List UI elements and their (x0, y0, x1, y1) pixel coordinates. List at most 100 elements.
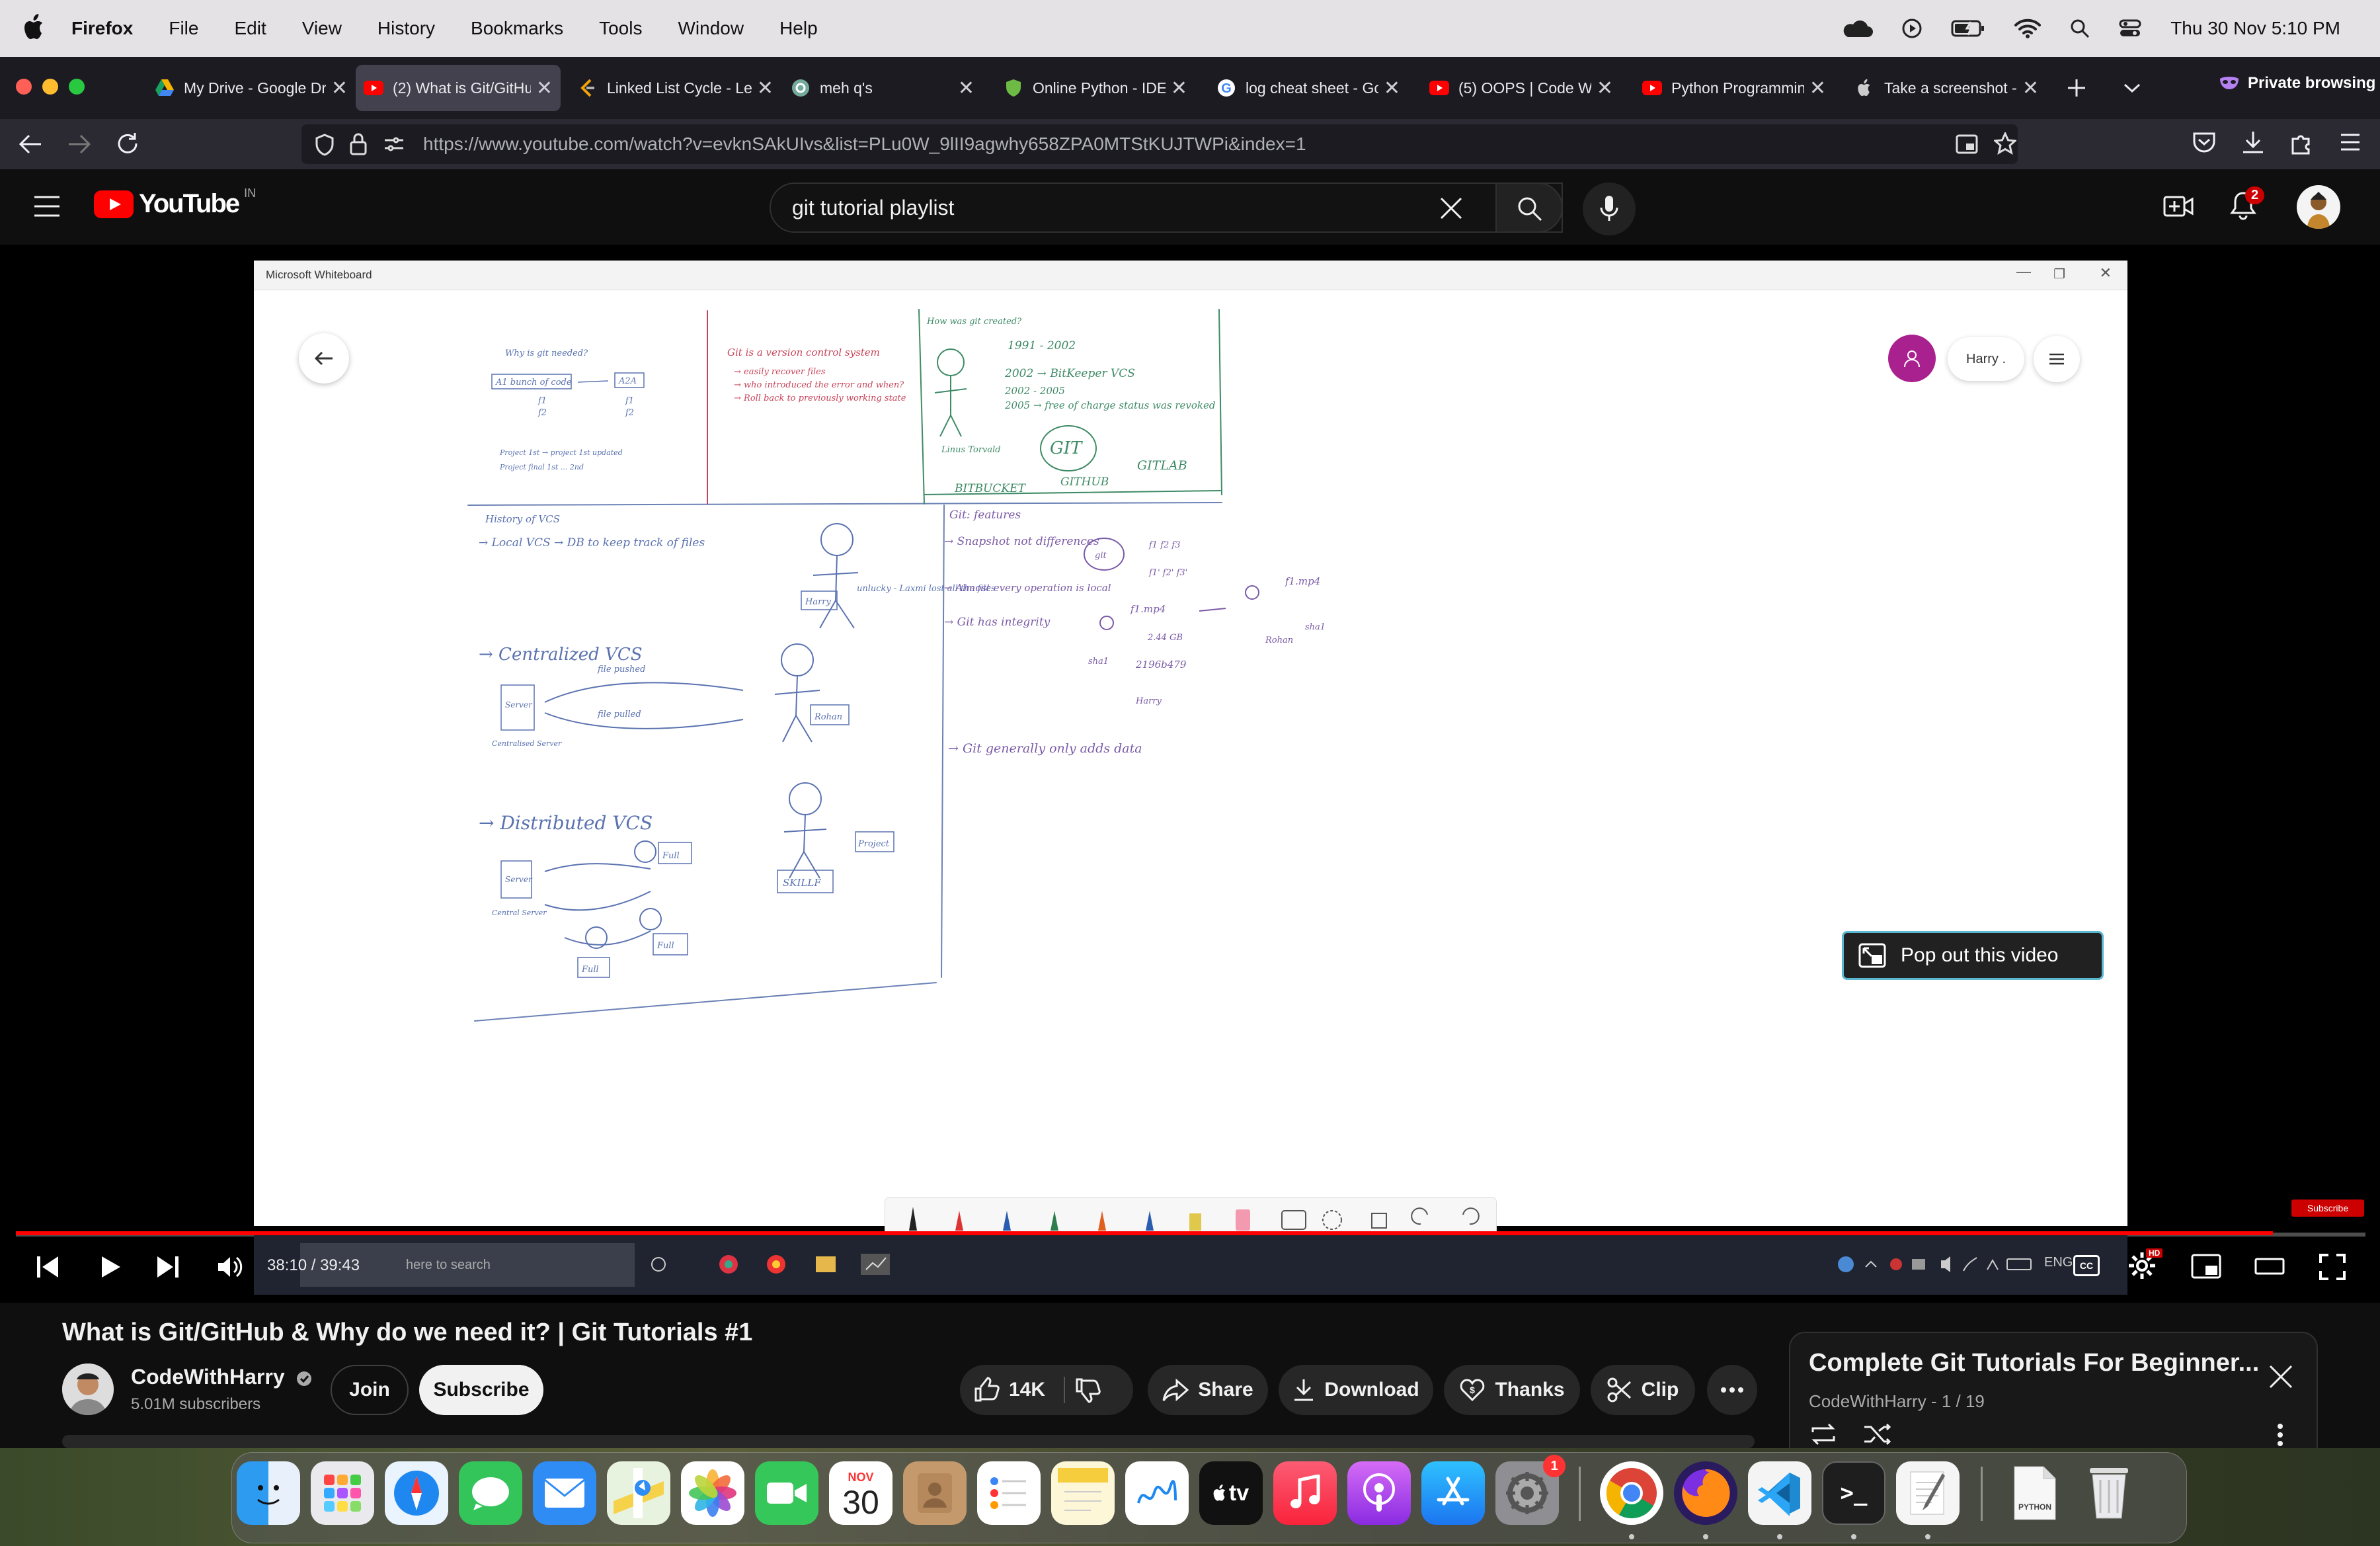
like-count[interactable]: 14K (1009, 1379, 1045, 1401)
podcasts-icon[interactable] (1347, 1461, 1411, 1525)
share-button[interactable]: Share (1148, 1365, 1268, 1415)
forward-arrow-icon[interactable] (66, 132, 93, 156)
menu-tools[interactable]: Tools (599, 18, 642, 39)
play-icon[interactable] (97, 1254, 123, 1280)
browser-tab[interactable]: Take a screenshot - ✕ (1847, 65, 2047, 111)
subscribe-button[interactable]: Subscribe (419, 1365, 543, 1415)
shuffle-icon[interactable] (1863, 1423, 1892, 1445)
browser-tab[interactable]: My Drive - Google Dr ✕ (147, 65, 356, 111)
playlist-more-vertical-icon[interactable] (2277, 1423, 2283, 1447)
description-box-edge[interactable] (62, 1435, 1755, 1448)
messages-icon[interactable] (459, 1461, 522, 1525)
account-avatar[interactable] (2297, 185, 2340, 229)
next-video-icon[interactable] (155, 1254, 181, 1280)
clip-button[interactable]: Clip (1591, 1365, 1695, 1415)
safari-icon[interactable] (385, 1461, 448, 1525)
lock-icon[interactable] (349, 132, 368, 156)
media-play-icon[interactable] (1902, 19, 1922, 38)
reminders-icon[interactable] (977, 1461, 1041, 1525)
control-center-icon[interactable] (2119, 19, 2141, 38)
browser-tab-active[interactable]: (2) What is Git/GitHu ✕ (356, 65, 561, 111)
window-zoom-button[interactable] (69, 79, 85, 95)
browser-tab[interactable]: Online Python - IDE, ✕ (996, 65, 1195, 111)
previous-video-icon[interactable] (34, 1254, 61, 1280)
system-settings-icon[interactable]: 1 (1495, 1455, 1566, 1525)
app-store-icon[interactable] (1421, 1461, 1485, 1525)
finder-icon[interactable] (237, 1461, 300, 1525)
menu-window[interactable]: Window (678, 18, 744, 39)
captions-button[interactable]: CC (2073, 1255, 2100, 1276)
guide-menu-icon[interactable] (33, 194, 61, 218)
pip-toggle-icon[interactable] (1956, 134, 1978, 155)
close-playlist-icon[interactable] (2268, 1363, 2294, 1390)
new-tab-plus-icon[interactable] (2065, 77, 2088, 99)
textedit-icon[interactable] (1896, 1461, 1960, 1525)
clear-search-close-icon[interactable] (1439, 196, 1464, 221)
tab-close-icon[interactable]: ✕ (1171, 77, 1187, 100)
mail-icon[interactable] (533, 1461, 596, 1525)
apple-menu-icon[interactable] (24, 13, 46, 41)
menu-view[interactable]: View (302, 18, 342, 39)
fullscreen-icon[interactable] (2319, 1254, 2346, 1280)
search-button[interactable] (1495, 183, 1563, 233)
trash-icon[interactable] (2077, 1461, 2141, 1525)
thanks-button[interactable]: $ Thanks (1444, 1365, 1580, 1415)
tab-close-icon[interactable]: ✕ (958, 77, 974, 100)
url-text[interactable]: https://www.youtube.com/watch?v=evknSAkU… (423, 134, 1306, 155)
channel-name[interactable]: CodeWithHarry (131, 1365, 312, 1389)
browser-tab[interactable]: meh q's ✕ (783, 65, 982, 111)
tab-close-icon[interactable]: ✕ (331, 77, 348, 100)
pocket-icon[interactable] (2192, 131, 2216, 153)
playlist-subtitle[interactable]: CodeWithHarry - 1 / 19 (1809, 1391, 1985, 1412)
window-minimize-button[interactable] (42, 79, 58, 95)
photos-icon[interactable] (681, 1461, 744, 1525)
hamburger-menu-icon[interactable] (2339, 132, 2361, 152)
tab-close-icon[interactable]: ✕ (536, 77, 553, 100)
facetime-icon[interactable] (755, 1461, 818, 1525)
browser-tab[interactable]: Linked List Cycle - Le ✕ (570, 65, 781, 111)
permissions-icon[interactable] (383, 135, 405, 153)
tab-close-icon[interactable]: ✕ (1809, 77, 1826, 100)
battery-icon[interactable] (1951, 19, 1985, 38)
thumbs-down-icon[interactable] (1074, 1377, 1101, 1403)
pop-out-video-button[interactable]: Pop out this video (1842, 931, 2104, 980)
join-button[interactable]: Join (331, 1365, 409, 1415)
tracking-shield-icon[interactable] (315, 134, 335, 156)
more-actions-button[interactable] (1707, 1365, 1757, 1415)
firefox-icon[interactable] (1674, 1461, 1737, 1525)
wifi-icon[interactable] (2014, 19, 2042, 38)
menu-edit[interactable]: Edit (234, 18, 266, 39)
tab-list-chevron-down-icon[interactable] (2122, 79, 2142, 97)
notes-icon[interactable] (1051, 1461, 1115, 1525)
voice-search-button[interactable] (1583, 183, 1636, 235)
extensions-icon[interactable] (2290, 130, 2314, 155)
download-button[interactable]: Download (1279, 1365, 1433, 1415)
thumbs-up-icon[interactable] (973, 1377, 1000, 1403)
terminal-icon[interactable]: >_ (1822, 1461, 1885, 1525)
music-icon[interactable] (1273, 1461, 1337, 1525)
browser-tab[interactable]: G log cheat sheet - Go ✕ (1209, 65, 1408, 111)
tab-close-icon[interactable]: ✕ (757, 77, 774, 100)
menu-app-name[interactable]: Firefox (71, 18, 133, 39)
search-input[interactable]: git tutorial playlist (792, 196, 954, 220)
tab-close-icon[interactable]: ✕ (2022, 77, 2039, 100)
loop-playlist-icon[interactable] (1809, 1423, 1838, 1445)
volume-icon[interactable] (216, 1254, 245, 1280)
notifications-button[interactable]: 2 (2228, 186, 2265, 222)
tab-close-icon[interactable]: ✕ (1384, 77, 1400, 100)
menu-history[interactable]: History (377, 18, 435, 39)
tab-close-icon[interactable]: ✕ (1597, 77, 1613, 100)
maps-icon[interactable] (607, 1461, 670, 1525)
theater-mode-icon[interactable] (2254, 1256, 2285, 1276)
freeform-icon[interactable] (1125, 1461, 1189, 1525)
spotlight-search-icon[interactable] (2070, 19, 2090, 38)
search-box[interactable]: git tutorial playlist (770, 183, 1563, 233)
channel-avatar[interactable] (62, 1363, 114, 1415)
menu-bookmarks[interactable]: Bookmarks (471, 18, 563, 39)
cloud-icon[interactable] (1841, 19, 1874, 38)
menubar-clock[interactable]: Thu 30 Nov 5:10 PM (2170, 18, 2340, 39)
create-video-icon[interactable] (2163, 193, 2194, 220)
chrome-icon[interactable] (1600, 1461, 1663, 1525)
playlist-title[interactable]: Complete Git Tutorials For Beginner... (1809, 1349, 2259, 1377)
youtube-logo[interactable]: YouTube IN (94, 186, 256, 219)
